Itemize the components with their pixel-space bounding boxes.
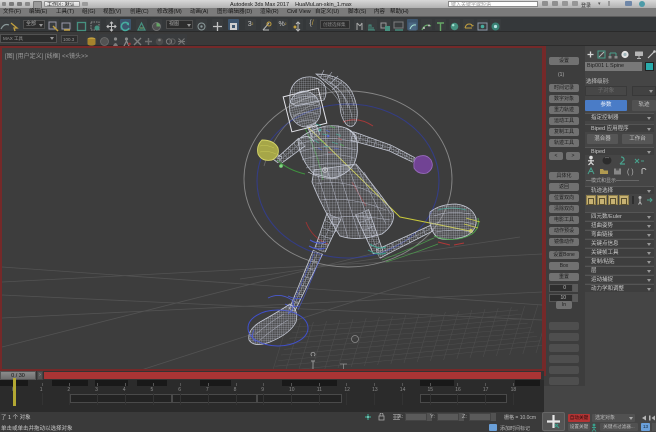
svg-text:( ): ( ) [627, 169, 634, 176]
svg-text:[图] [用户定义] [线框] <<镜头>>: [图] [用户定义] [线框] <<镜头>> [5, 52, 89, 60]
